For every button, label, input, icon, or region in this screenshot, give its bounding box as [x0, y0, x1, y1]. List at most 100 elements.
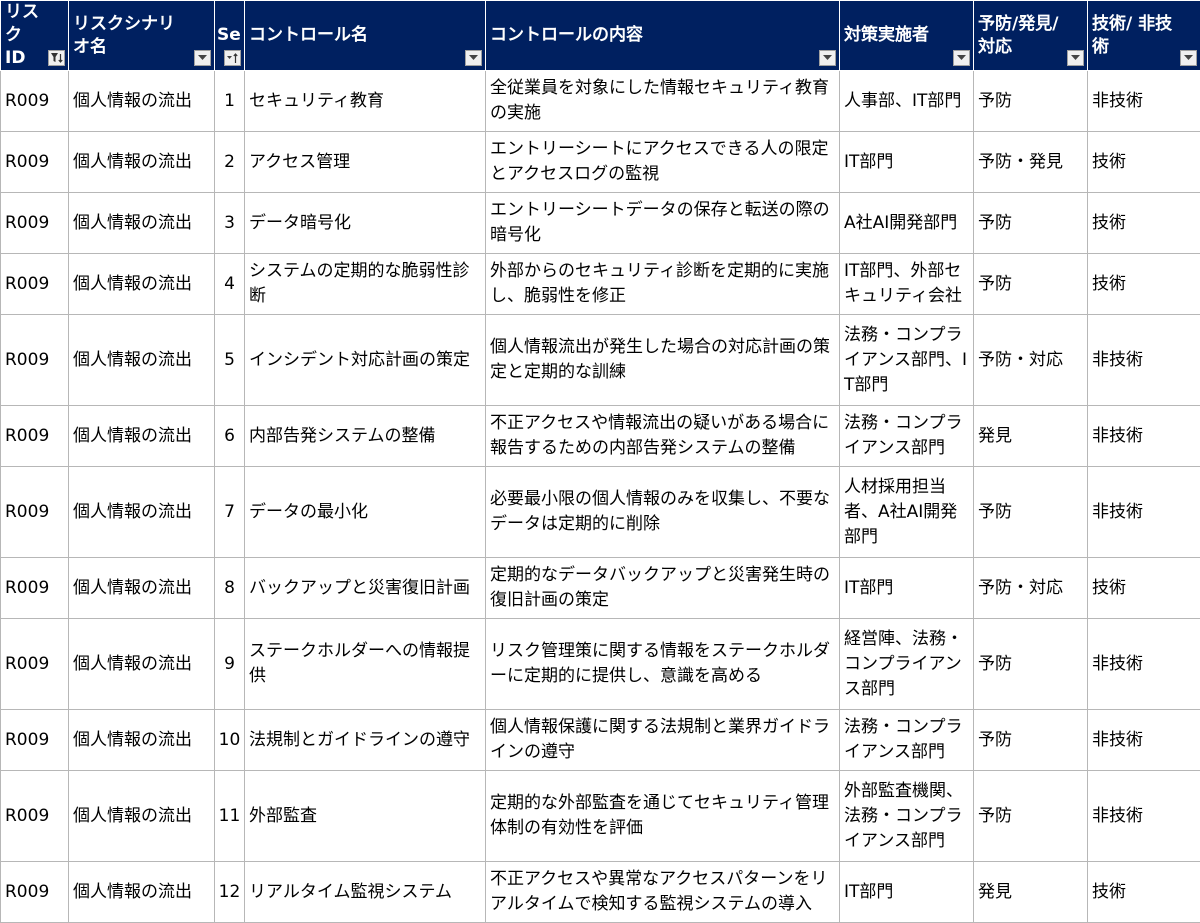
seq-cell[interactable]: 1 — [215, 71, 245, 132]
scenario-cell[interactable]: 個人情報の流出 — [69, 558, 215, 619]
tech-cell[interactable]: 非技術 — [1088, 406, 1200, 467]
owner-cell[interactable]: 法務・コンプライアンス部門、IT部門 — [840, 315, 974, 406]
risk-id-cell[interactable]: R009 — [1, 558, 69, 619]
type-cell[interactable]: 予防・発見 — [974, 132, 1088, 193]
control-content-cell[interactable]: 不正アクセスや異常なアクセスパターンをリアルタイムで検知する監視システムの導入 — [486, 862, 840, 923]
control-name-cell[interactable]: システムの定期的な脆弱性診断 — [245, 254, 486, 315]
owner-cell[interactable]: 人材採用担当者、A社AI開発部門 — [840, 467, 974, 558]
control-content-cell[interactable]: 全従業員を対象にした情報セキュリティ教育の実施 — [486, 71, 840, 132]
dropdown-icon[interactable] — [1180, 50, 1197, 66]
control-name-cell[interactable]: 法規制とガイドラインの遵守 — [245, 710, 486, 771]
control-name-cell[interactable]: 外部監査 — [245, 771, 486, 862]
risk-id-cell[interactable]: R009 — [1, 710, 69, 771]
scenario-cell[interactable]: 個人情報の流出 — [69, 193, 215, 254]
scenario-cell[interactable]: 個人情報の流出 — [69, 710, 215, 771]
risk-id-cell[interactable]: R009 — [1, 467, 69, 558]
risk-id-cell[interactable]: R009 — [1, 132, 69, 193]
seq-cell[interactable]: 12 — [215, 862, 245, 923]
seq-cell[interactable]: 8 — [215, 558, 245, 619]
control-name-cell[interactable]: リアルタイム監視システム — [245, 862, 486, 923]
control-name-cell[interactable]: 内部告発システムの整備 — [245, 406, 486, 467]
scenario-cell[interactable]: 個人情報の流出 — [69, 315, 215, 406]
dropdown-icon[interactable] — [819, 50, 836, 66]
control-name-cell[interactable]: バックアップと災害復旧計画 — [245, 558, 486, 619]
filter-active-icon[interactable] — [48, 50, 65, 66]
type-cell[interactable]: 予防 — [974, 619, 1088, 710]
control-name-cell[interactable]: ステークホルダーへの情報提供 — [245, 619, 486, 710]
tech-cell[interactable]: 非技術 — [1088, 71, 1200, 132]
control-content-cell[interactable]: 個人情報保護に関する法規制と業界ガイドラインの遵守 — [486, 710, 840, 771]
owner-cell[interactable]: A社AI開発部門 — [840, 193, 974, 254]
risk-id-cell[interactable]: R009 — [1, 193, 69, 254]
owner-cell[interactable]: 人事部、IT部門 — [840, 71, 974, 132]
seq-cell[interactable]: 10 — [215, 710, 245, 771]
risk-id-cell[interactable]: R009 — [1, 619, 69, 710]
seq-cell[interactable]: 4 — [215, 254, 245, 315]
tech-cell[interactable]: 非技術 — [1088, 315, 1200, 406]
type-cell[interactable]: 発見 — [974, 406, 1088, 467]
control-content-cell[interactable]: エントリーシートデータの保存と転送の際の暗号化 — [486, 193, 840, 254]
seq-cell[interactable]: 5 — [215, 315, 245, 406]
tech-cell[interactable]: 技術 — [1088, 254, 1200, 315]
seq-cell[interactable]: 9 — [215, 619, 245, 710]
type-cell[interactable]: 予防 — [974, 771, 1088, 862]
risk-id-cell[interactable]: R009 — [1, 71, 69, 132]
control-content-cell[interactable]: 必要最小限の個人情報のみを収集し、不要なデータは定期的に削除 — [486, 467, 840, 558]
type-cell[interactable]: 予防 — [974, 467, 1088, 558]
owner-cell[interactable]: 外部監査機関、法務・コンプライアンス部門 — [840, 771, 974, 862]
seq-cell[interactable]: 3 — [215, 193, 245, 254]
risk-id-cell[interactable]: R009 — [1, 406, 69, 467]
owner-cell[interactable]: 経営陣、法務・コンプライアンス部門 — [840, 619, 974, 710]
scenario-cell[interactable]: 個人情報の流出 — [69, 132, 215, 193]
scenario-cell[interactable]: 個人情報の流出 — [69, 467, 215, 558]
control-content-cell[interactable]: 外部からのセキュリティ診断を定期的に実施し、脆弱性を修正 — [486, 254, 840, 315]
risk-id-cell[interactable]: R009 — [1, 315, 69, 406]
tech-cell[interactable]: 非技術 — [1088, 619, 1200, 710]
owner-cell[interactable]: IT部門、外部セキュリティ会社 — [840, 254, 974, 315]
control-content-cell[interactable]: リスク管理策に関する情報をステークホルダーに定期的に提供し、意識を高める — [486, 619, 840, 710]
seq-cell[interactable]: 7 — [215, 467, 245, 558]
tech-cell[interactable]: 技術 — [1088, 558, 1200, 619]
control-content-cell[interactable]: 定期的な外部監査を通じてセキュリティ管理体制の有効性を評価 — [486, 771, 840, 862]
control-name-cell[interactable]: データの最小化 — [245, 467, 486, 558]
risk-id-cell[interactable]: R009 — [1, 862, 69, 923]
scenario-cell[interactable]: 個人情報の流出 — [69, 771, 215, 862]
type-cell[interactable]: 予防 — [974, 193, 1088, 254]
control-content-cell[interactable]: 個人情報流出が発生した場合の対応計画の策定と定期的な訓練 — [486, 315, 840, 406]
tech-cell[interactable]: 技術 — [1088, 132, 1200, 193]
tech-cell[interactable]: 技術 — [1088, 193, 1200, 254]
seq-cell[interactable]: 6 — [215, 406, 245, 467]
tech-cell[interactable]: 技術 — [1088, 862, 1200, 923]
control-content-cell[interactable]: 定期的なデータバックアップと災害発生時の復旧計画の策定 — [486, 558, 840, 619]
owner-cell[interactable]: 法務・コンプライアンス部門 — [840, 406, 974, 467]
type-cell[interactable]: 予防 — [974, 710, 1088, 771]
seq-cell[interactable]: 11 — [215, 771, 245, 862]
type-cell[interactable]: 発見 — [974, 862, 1088, 923]
scenario-cell[interactable]: 個人情報の流出 — [69, 619, 215, 710]
scenario-cell[interactable]: 個人情報の流出 — [69, 406, 215, 467]
dropdown-icon[interactable] — [1067, 50, 1084, 66]
owner-cell[interactable]: IT部門 — [840, 862, 974, 923]
type-cell[interactable]: 予防・対応 — [974, 315, 1088, 406]
tech-cell[interactable]: 非技術 — [1088, 710, 1200, 771]
tech-cell[interactable]: 非技術 — [1088, 771, 1200, 862]
control-content-cell[interactable]: エントリーシートにアクセスできる人の限定とアクセスログの監視 — [486, 132, 840, 193]
risk-id-cell[interactable]: R009 — [1, 254, 69, 315]
type-cell[interactable]: 予防 — [974, 254, 1088, 315]
owner-cell[interactable]: IT部門 — [840, 558, 974, 619]
scenario-cell[interactable]: 個人情報の流出 — [69, 71, 215, 132]
seq-cell[interactable]: 2 — [215, 132, 245, 193]
control-name-cell[interactable]: データ暗号化 — [245, 193, 486, 254]
control-name-cell[interactable]: セキュリティ教育 — [245, 71, 486, 132]
dropdown-icon[interactable] — [465, 50, 482, 66]
control-name-cell[interactable]: インシデント対応計画の策定 — [245, 315, 486, 406]
type-cell[interactable]: 予防・対応 — [974, 558, 1088, 619]
scenario-cell[interactable]: 個人情報の流出 — [69, 862, 215, 923]
owner-cell[interactable]: IT部門 — [840, 132, 974, 193]
sort-ascending-icon[interactable] — [224, 50, 241, 66]
risk-id-cell[interactable]: R009 — [1, 771, 69, 862]
scenario-cell[interactable]: 個人情報の流出 — [69, 254, 215, 315]
owner-cell[interactable]: 法務・コンプライアンス部門 — [840, 710, 974, 771]
control-content-cell[interactable]: 不正アクセスや情報流出の疑いがある場合に報告するための内部告発システムの整備 — [486, 406, 840, 467]
control-name-cell[interactable]: アクセス管理 — [245, 132, 486, 193]
